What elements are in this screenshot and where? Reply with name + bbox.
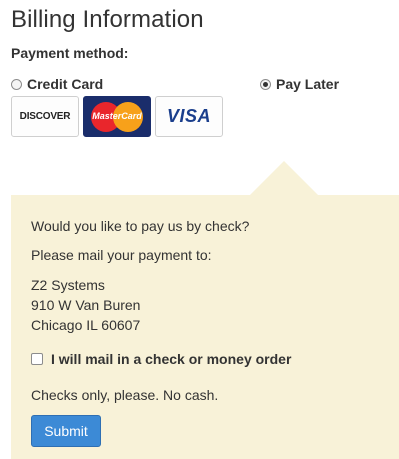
credit-card-radio-button[interactable] xyxy=(11,78,22,90)
checks-only-note: Checks only, please. No cash. xyxy=(31,387,219,403)
check-question-text: Would you like to pay us by check? xyxy=(31,218,250,234)
panel-pointer-arrow xyxy=(250,161,318,195)
credit-card-label: Credit Card xyxy=(27,76,104,92)
pay-later-label: Pay Later xyxy=(276,76,340,92)
address-line-company: Z2 Systems xyxy=(31,277,105,293)
mail-check-checkbox[interactable] xyxy=(31,353,43,365)
mail-to-text: Please mail your payment to: xyxy=(31,247,212,263)
mail-check-label: I will mail in a check or money order xyxy=(51,351,292,367)
submit-button[interactable]: Submit xyxy=(31,415,101,447)
mail-check-checkbox-row[interactable]: I will mail in a check or money order xyxy=(31,351,291,367)
pay-later-radio-button[interactable] xyxy=(260,78,271,90)
radio-pay-later[interactable]: Pay Later xyxy=(260,76,339,92)
card-logos: DISCOVER MasterCard VISA xyxy=(11,96,227,137)
visa-card-logo[interactable]: VISA xyxy=(155,96,223,137)
mastercard-icon: MasterCard xyxy=(88,101,146,132)
discover-card-logo[interactable]: DISCOVER xyxy=(11,96,79,137)
visa-logo-text: VISA xyxy=(166,106,211,126)
page-title: Billing Information xyxy=(11,6,204,33)
address-line-street: 910 W Van Buren xyxy=(31,297,141,313)
discover-logo-text: DISCOVER xyxy=(19,111,71,122)
mastercard-logo[interactable]: MasterCard xyxy=(83,96,151,137)
mastercard-logo-text: MasterCard xyxy=(92,110,142,121)
address-line-city: Chicago IL 60607 xyxy=(31,317,141,333)
address-block: Z2 Systems 910 W Van Buren Chicago IL 60… xyxy=(31,275,140,335)
radio-credit-card[interactable]: Credit Card xyxy=(11,76,103,92)
payment-method-label: Payment method: xyxy=(11,45,129,61)
